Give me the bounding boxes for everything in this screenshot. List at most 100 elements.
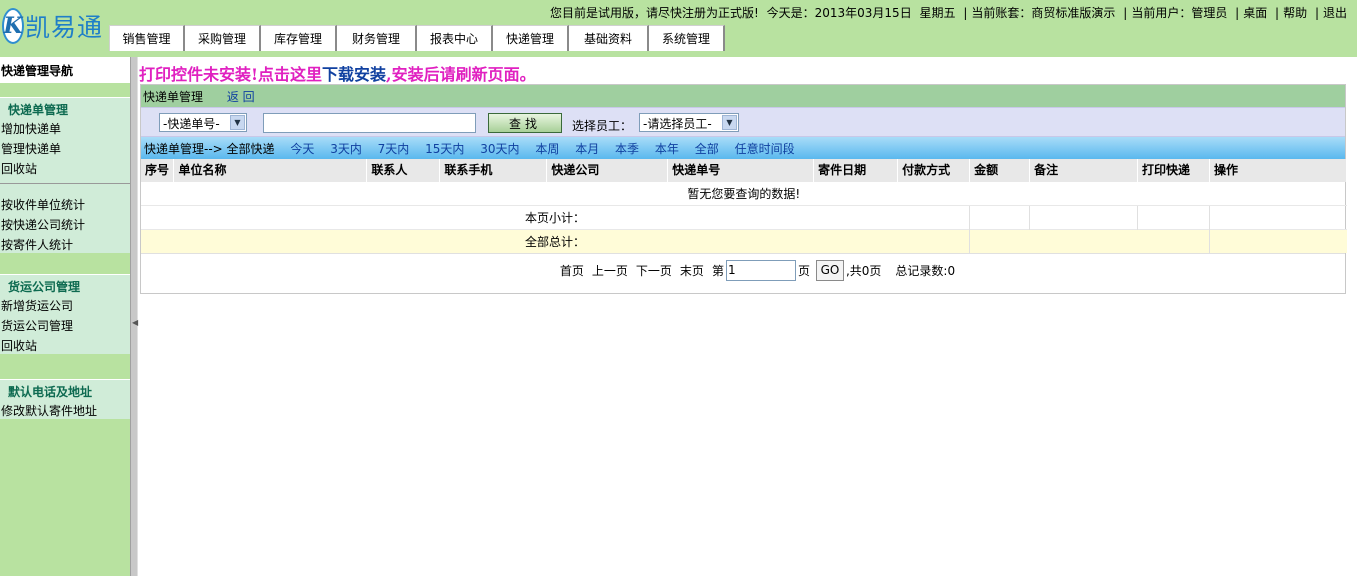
grand-total-label: 全部总计： [141, 228, 970, 253]
sidebar-group-express-orders: 快递单管理 [0, 97, 130, 117]
search-type-select[interactable]: -快递单号- ▼ [159, 113, 247, 132]
col-header: 备注 [1029, 159, 1139, 181]
current-user: 当前用户：管理员 [1131, 6, 1228, 20]
search-type-value: -快递单号- [163, 116, 220, 131]
filter-this-year[interactable]: 本年 [655, 142, 679, 156]
logo-text: 凯易通 [25, 13, 104, 42]
empty-row: 暂无您要查询的数据! [141, 180, 1347, 205]
express-panel: 快递单管理 返 回 -快递单号- ▼ 查找 选择员工： -请选择员工- ▼ 快递… [140, 84, 1348, 294]
record-count: 总记录数:0 [895, 263, 956, 278]
chevron-down-icon[interactable]: ▼ [722, 115, 737, 130]
grand-total-amount [969, 228, 1210, 253]
filter-7-days[interactable]: 7天内 [378, 142, 410, 156]
sidebar-item-manage-freight[interactable]: 货运公司管理 [0, 314, 130, 334]
page-prefix: 第 [711, 263, 724, 278]
trial-notice: 您目前是试用版，请尽快注册为正式版! [549, 6, 759, 20]
col-header: 付款方式 [897, 159, 971, 181]
col-header: 序号 [141, 159, 175, 181]
sidebar-item-stats-by-receiver[interactable]: 按收件单位统计 [0, 193, 130, 213]
col-header: 联系手机 [439, 159, 548, 181]
separator: | [963, 6, 968, 20]
sidebar-item-edit-default-address[interactable]: 修改默认寄件地址 [0, 399, 130, 419]
col-header: 打印快递 [1137, 159, 1210, 181]
nav-purchase[interactable]: 采购管理 [185, 25, 261, 51]
sidebar-item-manage-express[interactable]: 管理快递单 [0, 137, 130, 157]
sidebar-group-freight: 货运公司管理 [0, 274, 130, 294]
page-number-input[interactable]: 1 [725, 259, 796, 281]
next-page-link[interactable]: 下一页 [636, 262, 672, 279]
search-bar: -快递单号- ▼ 查找 选择员工： -请选择员工- ▼ [141, 107, 1345, 137]
table-header-row: 序号 单位名称 联系人 联系手机 快递公司 快递单号 寄件日期 付款方式 金额 … [141, 159, 1348, 181]
warning-text: 打印控件未安装!点击这里 [139, 65, 323, 84]
prev-page-link[interactable]: 上一页 [592, 262, 628, 279]
empty-message: 暂无您要查询的数据! [141, 180, 1347, 205]
sidebar-item-stats-by-sender[interactable]: 按寄件人统计 [0, 233, 130, 253]
module-title-bar: 快递单管理 返 回 [141, 85, 1345, 107]
separator: | [1275, 6, 1280, 20]
filter-this-quarter[interactable]: 本季 [615, 142, 639, 156]
employee-select-value: -请选择员工- [643, 116, 712, 131]
page-suffix: 页 [797, 263, 810, 278]
help-link[interactable]: 帮助 [1283, 6, 1307, 20]
filter-custom-range[interactable]: 任意时间段 [735, 142, 795, 156]
download-install-link[interactable]: 下载安装 [322, 65, 386, 84]
desktop-link[interactable]: 桌面 [1243, 6, 1267, 20]
col-header: 金额 [969, 159, 1031, 181]
filter-this-week[interactable]: 本周 [535, 142, 559, 156]
express-table: 序号 单位名称 联系人 联系手机 快递公司 快递单号 寄件日期 付款方式 金额 … [141, 159, 1348, 253]
print-control-warning: 打印控件未安装!点击这里下载安装,安装后请刷新页面。 [139, 61, 536, 85]
module-title: 快递单管理 [143, 90, 204, 104]
col-header: 快递公司 [546, 159, 669, 181]
nav-system[interactable]: 系统管理 [649, 25, 725, 51]
go-button[interactable]: GO [815, 259, 844, 281]
nav-basic-data[interactable]: 基础资料 [569, 25, 649, 51]
sidebar-item-add-freight[interactable]: 新增货运公司 [0, 294, 130, 314]
search-input[interactable] [263, 113, 476, 133]
sidebar-group-default-contact: 默认电话及地址 [0, 379, 130, 399]
col-header: 联系人 [366, 159, 441, 181]
filter-3-days[interactable]: 3天内 [330, 142, 362, 156]
sidebar-item-freight-recycle-bin[interactable]: 回收站 [0, 334, 130, 354]
col-header: 快递单号 [667, 159, 815, 181]
employee-label: 选择员工： [572, 119, 633, 133]
main-content: 打印控件未安装!点击这里下载安装,安装后请刷新页面。 快递单管理 返 回 -快递… [139, 57, 1357, 576]
employee-select[interactable]: -请选择员工- ▼ [639, 113, 739, 132]
nav-finance[interactable]: 财务管理 [337, 25, 417, 51]
sidebar-splitter[interactable]: ◀ [130, 57, 138, 576]
filter-15-days[interactable]: 15天内 [425, 142, 464, 156]
filter-all[interactable]: 全部 [695, 142, 719, 156]
page-subtotal-row: 本页小计： [141, 204, 1347, 229]
filter-today[interactable]: 今天 [290, 142, 314, 156]
sidebar-item-add-express[interactable]: 增加快递单 [0, 117, 130, 137]
pager: 首页 上一页 下一页 末页 第 1 页 GO ,共0页 总记录数:0 [141, 253, 1345, 286]
nav-inventory[interactable]: 库存管理 [261, 25, 337, 51]
logo: K 凯易通 [2, 6, 103, 46]
logout-link[interactable]: 退出 [1323, 6, 1347, 20]
find-button[interactable]: 查找 [488, 113, 562, 133]
nav-sales[interactable]: 销售管理 [109, 25, 185, 51]
header: K 凯易通 您目前是试用版，请尽快注册为正式版! 今天是：2013年03月15日… [0, 0, 1357, 57]
subtotal-amount [969, 204, 1030, 229]
sidebar: 快递管理导航 快递单管理 增加快递单 管理快递单 回收站 按收件单位统计 按快递… [0, 57, 130, 576]
first-page-link[interactable]: 首页 [560, 262, 584, 279]
grand-total-row: 全部总计： [141, 228, 1347, 253]
last-page-link[interactable]: 末页 [680, 262, 704, 279]
back-link[interactable]: 返 回 [227, 90, 255, 104]
collapse-arrow-icon[interactable]: ◀ [132, 318, 138, 327]
page-subtotal-label: 本页小计： [141, 204, 970, 229]
logo-mark: K [2, 8, 24, 44]
nav-reports[interactable]: 报表中心 [417, 25, 493, 51]
main-nav: 销售管理 采购管理 库存管理 财务管理 报表中心 快递管理 基础资料 系统管理 [109, 25, 725, 51]
sidebar-item-recycle-bin[interactable]: 回收站 [0, 157, 130, 177]
separator: | [1123, 6, 1128, 20]
top-info-bar: 您目前是试用版，请尽快注册为正式版! 今天是：2013年03月15日 星期五 |… [546, 4, 1347, 21]
sidebar-item-stats-by-company[interactable]: 按快递公司统计 [0, 213, 130, 233]
today-date: 今天是：2013年03月15日 [766, 6, 912, 20]
time-filter-bar: 快递单管理--> 全部快递 今天 3天内 7天内 15天内 30天内 本周 本月… [141, 137, 1345, 159]
filter-30-days[interactable]: 30天内 [480, 142, 519, 156]
chevron-down-icon[interactable]: ▼ [230, 115, 245, 130]
col-header: 单位名称 [173, 159, 368, 181]
nav-express[interactable]: 快递管理 [493, 25, 569, 51]
separator: | [1314, 6, 1319, 20]
filter-this-month[interactable]: 本月 [575, 142, 599, 156]
